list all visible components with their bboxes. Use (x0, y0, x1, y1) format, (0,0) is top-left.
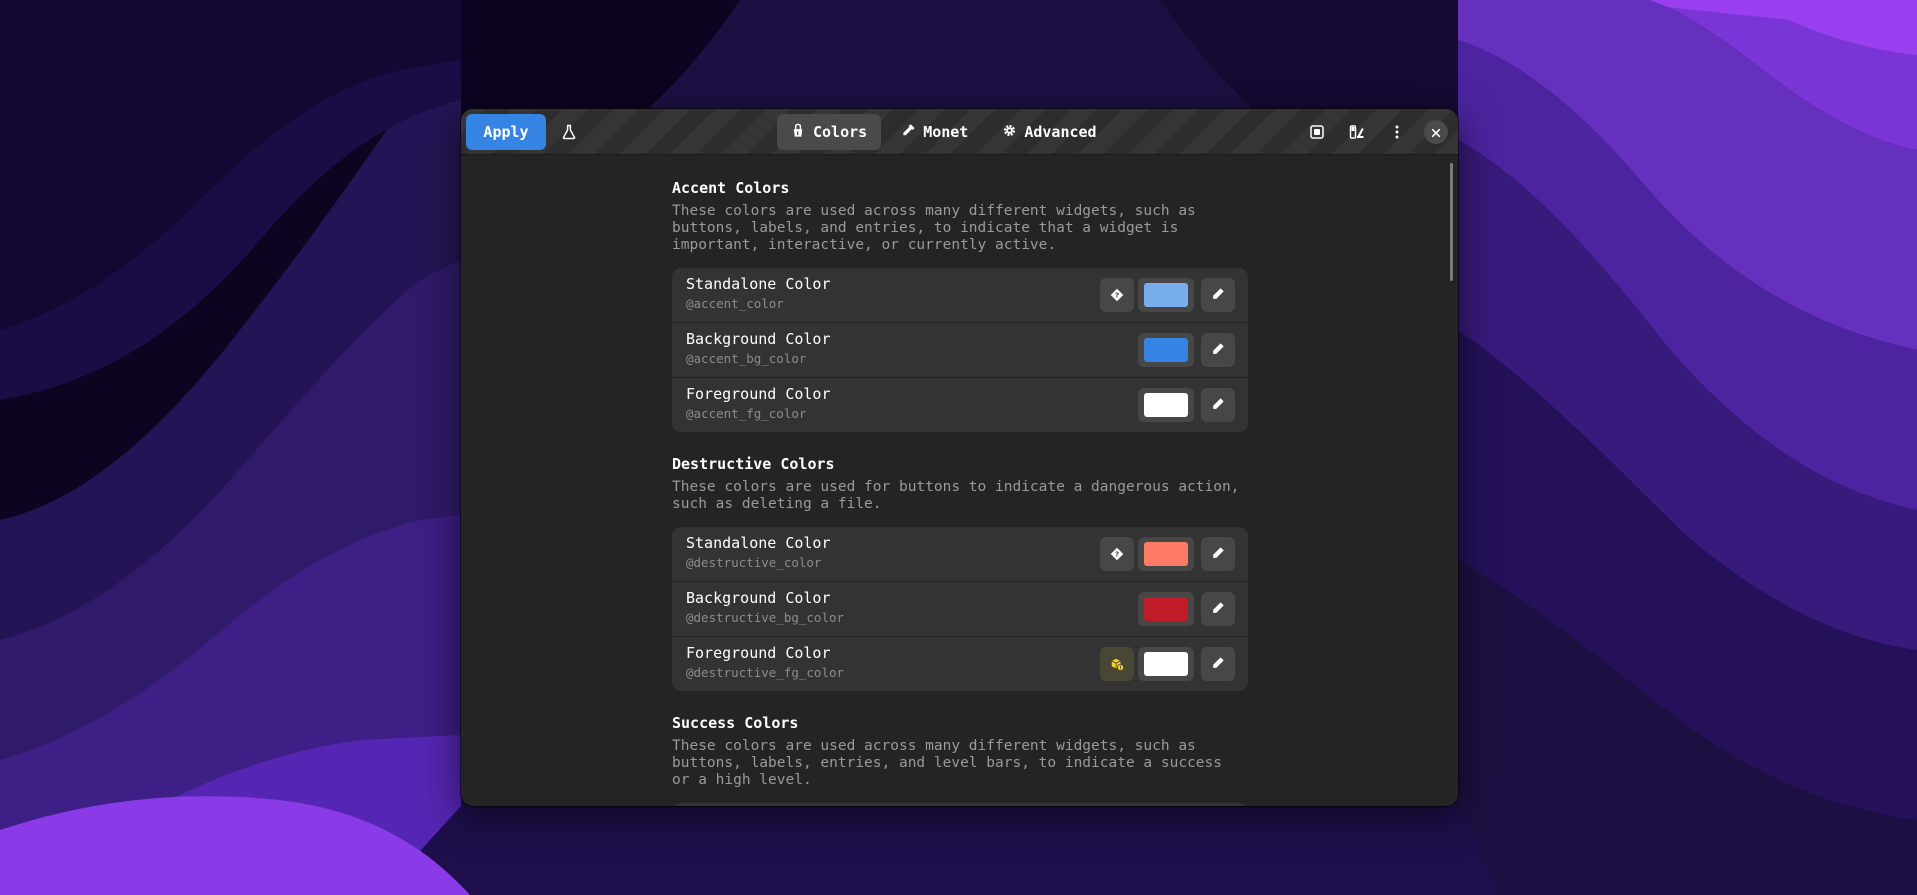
edit-button[interactable] (1201, 537, 1235, 571)
row-title: Standalone Color (686, 534, 831, 552)
tab-label: Colors (813, 123, 868, 141)
pencil-icon (1211, 600, 1225, 619)
row-variable: @destructive_bg_color (686, 610, 845, 625)
tab-label: Advanced (1024, 123, 1097, 141)
screenshot-icon[interactable] (1299, 114, 1335, 150)
color-swatch-button[interactable] (1138, 647, 1194, 681)
paint-bucket-icon (791, 123, 806, 142)
apply-button[interactable]: Apply (466, 114, 546, 150)
color-swatch (1144, 652, 1188, 676)
row-title: Background Color (686, 589, 831, 607)
row-variable: @accent_fg_color (686, 406, 807, 421)
row-variable: @destructive_fg_color (686, 665, 845, 680)
color-swatch-button[interactable] (1138, 537, 1194, 571)
color-swatch-button[interactable] (1138, 388, 1194, 422)
gear-icon (1002, 123, 1017, 142)
color-swatch-button[interactable] (1138, 333, 1194, 367)
kebab-menu-icon[interactable] (1379, 114, 1415, 150)
row-variable: @destructive_color (686, 555, 822, 570)
row-title: Foreground Color (686, 385, 831, 403)
pencil-icon (1211, 341, 1225, 360)
color-swatch-button[interactable] (1138, 278, 1194, 312)
contrast-help-icon[interactable]: ? (1100, 278, 1134, 312)
pencil-icon (1211, 655, 1225, 674)
tab-monet[interactable]: Monet (887, 114, 982, 150)
section-title: Destructive Colors (672, 455, 835, 473)
list-item: Standalone Color @accent_color ? (672, 268, 1248, 323)
list-item: Foreground Color @accent_fg_color (672, 378, 1248, 432)
headerbar: Apply Colors Monet Advanced (461, 109, 1458, 155)
accent-colors-card: Standalone Color @accent_color ? Backgro… (672, 268, 1248, 432)
flask-icon[interactable] (551, 114, 587, 150)
preferences-page[interactable]: Accent Colors These colors are used acro… (461, 155, 1458, 806)
row-variable: @accent_bg_color (686, 351, 807, 366)
color-swatch-button[interactable] (1138, 592, 1194, 626)
edit-button[interactable] (1201, 333, 1235, 367)
row-variable: @accent_color (686, 296, 784, 311)
list-item: Standalone Color @destructive_color ? (672, 527, 1248, 582)
close-button[interactable] (1424, 120, 1448, 144)
contrast-warning-icon[interactable] (1100, 647, 1134, 681)
edit-button[interactable] (1201, 647, 1235, 681)
svg-text:?: ? (1115, 291, 1119, 300)
color-swatch (1144, 283, 1188, 307)
section-title: Success Colors (672, 714, 799, 732)
success-colors-card (672, 803, 1248, 806)
pencil-icon (1211, 545, 1225, 564)
eyedropper-icon (901, 123, 916, 142)
edit-button[interactable] (1201, 278, 1235, 312)
color-swatch (1144, 393, 1188, 417)
svg-text:?: ? (1115, 550, 1119, 559)
section-description: These colors are used for buttons to ind… (672, 479, 1240, 512)
tab-colors[interactable]: Colors (777, 114, 882, 150)
color-swatch (1144, 597, 1188, 621)
color-swatch (1144, 542, 1188, 566)
section-description: These colors are used across many differ… (672, 203, 1196, 253)
row-title: Background Color (686, 330, 831, 348)
palette-icon[interactable] (1339, 114, 1375, 150)
tab-advanced[interactable]: Advanced (988, 114, 1110, 150)
close-icon (1431, 123, 1441, 142)
section-title: Accent Colors (672, 179, 790, 197)
pencil-icon (1211, 396, 1225, 415)
list-item: Background Color @destructive_bg_color (672, 582, 1248, 637)
row-title: Standalone Color (686, 275, 831, 293)
contrast-help-icon[interactable]: ? (1100, 537, 1134, 571)
list-item: Foreground Color @destructive_fg_color (672, 637, 1248, 691)
section-description: These colors are used across many differ… (672, 738, 1222, 788)
destructive-colors-card: Standalone Color @destructive_color ? Ba… (672, 527, 1248, 691)
scrollbar[interactable] (1450, 163, 1453, 281)
row-title: Foreground Color (686, 644, 831, 662)
pencil-icon (1211, 286, 1225, 305)
tab-label: Monet (923, 123, 969, 141)
edit-button[interactable] (1201, 592, 1235, 626)
list-item: Background Color @accent_bg_color (672, 323, 1248, 378)
app-window: Apply Colors Monet Advanced Accent Color… (461, 109, 1458, 806)
view-switcher: Colors Monet Advanced (777, 114, 1111, 150)
edit-button[interactable] (1201, 388, 1235, 422)
color-swatch (1144, 338, 1188, 362)
